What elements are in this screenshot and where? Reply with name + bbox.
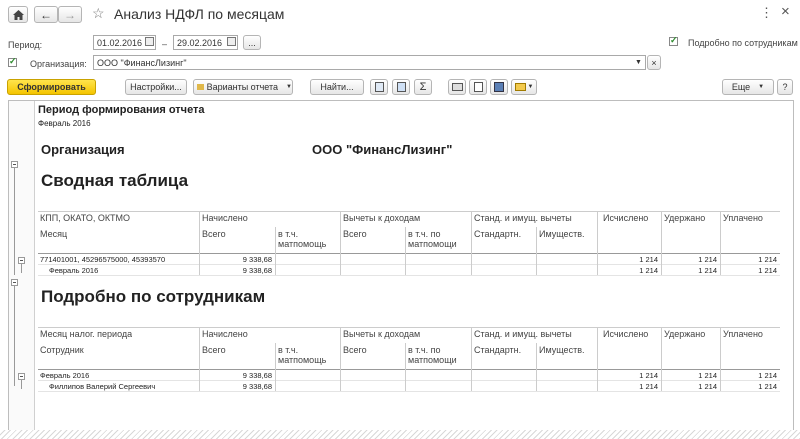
folder-icon: [197, 84, 204, 90]
preview-button[interactable]: [469, 79, 487, 95]
column-header: в т.ч. по матпомощи: [408, 229, 457, 249]
home-icon: [12, 9, 24, 20]
mail-button[interactable]: ▼: [511, 79, 537, 95]
dropdown-arrow-icon: ▼: [286, 84, 292, 90]
column-header: Месяц: [40, 229, 68, 239]
preview-icon: [473, 82, 483, 92]
paste-icon: [396, 82, 406, 92]
arrow-right-icon: →: [64, 7, 76, 22]
copy-icon: [374, 82, 384, 92]
report-org-name: ООО "ФинансЛизинг": [312, 142, 453, 157]
column-header: Станд. и имущ. вычеты: [474, 213, 572, 223]
favorite-star-icon[interactable]: ☆: [92, 5, 105, 22]
clear-icon: ×: [651, 57, 657, 68]
home-button[interactable]: [8, 6, 28, 23]
collapse-group-icon[interactable]: [11, 279, 18, 286]
clear-org-button[interactable]: ×: [647, 55, 661, 70]
collapse-group-icon[interactable]: [11, 161, 18, 168]
date-separator: –: [162, 39, 168, 49]
generate-button[interactable]: Сформировать: [7, 79, 96, 95]
report-spreadsheet[interactable]: Период формирования отчета Февраль 2016 …: [8, 100, 794, 438]
period-select-button[interactable]: ...: [243, 35, 261, 50]
save-button[interactable]: [490, 79, 508, 95]
column-header: Исчислено: [603, 329, 649, 339]
print-button[interactable]: [448, 79, 466, 95]
calendar-icon[interactable]: [227, 37, 236, 46]
find-button[interactable]: Найти...: [310, 79, 364, 95]
column-header: Вычеты к доходам: [343, 329, 421, 339]
column-header: Удержано: [664, 213, 706, 223]
report-org-caption: Организация: [41, 142, 125, 157]
more-button[interactable]: Еще ▼: [722, 79, 774, 95]
column-header: Уплачено: [723, 213, 763, 223]
collapse-group-icon[interactable]: [18, 257, 25, 264]
summary-table-title: Сводная таблица: [41, 171, 189, 190]
column-header: Исчислено: [603, 213, 649, 223]
report-period-value: Февраль 2016: [38, 119, 91, 128]
group-gutter: [9, 101, 35, 437]
window-title: Анализ НДФЛ по месяцам: [114, 6, 285, 22]
column-header: Всего: [202, 345, 226, 355]
torn-edge: [0, 430, 800, 439]
column-header: в т.ч. матпомощь: [278, 229, 327, 249]
copy-button[interactable]: [370, 79, 388, 95]
window-menu-icon[interactable]: ⋮: [760, 5, 773, 21]
column-header: Всего: [343, 345, 367, 355]
back-button[interactable]: ←: [34, 6, 58, 23]
column-header: КПП, ОКАТО, ОКТМО: [40, 213, 131, 223]
column-header: Начислено: [202, 329, 248, 339]
column-header: Месяц налог. периода: [40, 329, 133, 339]
forward-button[interactable]: →: [58, 6, 82, 23]
detail-by-employees-checkbox[interactable]: [669, 35, 678, 46]
column-header: Начислено: [202, 213, 248, 223]
calendar-icon[interactable]: [145, 37, 154, 46]
column-header: Станд. и имущ. вычеты: [474, 329, 572, 339]
report-period-title: Период формирования отчета: [38, 104, 205, 116]
column-header: Имуществ.: [539, 229, 585, 239]
column-header: в т.ч. матпомощь: [278, 345, 327, 365]
column-header: Имуществ.: [539, 345, 585, 355]
column-header: Всего: [202, 229, 226, 239]
period-label: Период:: [8, 40, 43, 50]
report-variants-button[interactable]: Варианты отчета ▼: [193, 79, 293, 95]
sum-button[interactable]: Σ: [414, 79, 432, 95]
collapse-group-icon[interactable]: [18, 373, 25, 380]
column-header: Удержано: [664, 329, 706, 339]
close-icon[interactable]: ×: [781, 3, 790, 20]
dropdown-arrow-icon: ▼: [758, 84, 765, 90]
column-header: Всего: [343, 229, 367, 239]
org-label: Организация:: [30, 59, 87, 69]
paste-button[interactable]: [392, 79, 410, 95]
column-header: Сотрудник: [40, 345, 84, 355]
save-icon: [494, 82, 504, 92]
column-header: Стандартн.: [474, 229, 522, 239]
column-header: в т.ч. по матпомощи: [408, 345, 457, 365]
arrow-left-icon: ←: [40, 7, 52, 22]
dropdown-arrow-icon: ▼: [527, 84, 534, 90]
help-button[interactable]: ?: [777, 79, 793, 95]
org-input[interactable]: ООО "ФинансЛизинг": [93, 55, 646, 70]
detail-table-title: Подробно по сотрудникам: [41, 287, 266, 306]
mail-icon: [514, 83, 526, 91]
column-header: Уплачено: [723, 329, 763, 339]
org-filter-checkbox[interactable]: [8, 56, 17, 67]
print-icon: [451, 83, 463, 91]
column-header: Стандартн.: [474, 345, 522, 355]
detail-by-employees-label: Подробно по сотрудникам: [688, 38, 798, 48]
settings-button[interactable]: Настройки...: [125, 79, 187, 95]
column-header: Вычеты к доходам: [343, 213, 421, 223]
dropdown-arrow-icon[interactable]: ▼: [635, 59, 642, 66]
